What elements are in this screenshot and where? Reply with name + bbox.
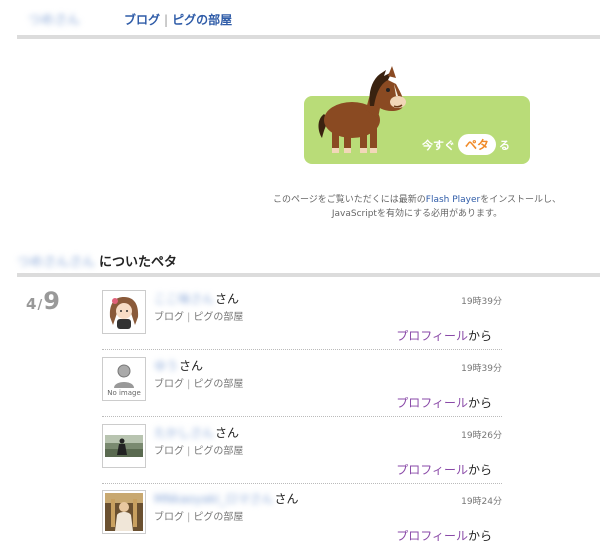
flash-player-notice: このページをご覧いただくには最新のFlash Playerをインストールし、 J… <box>262 193 572 221</box>
avatar[interactable] <box>102 290 146 334</box>
nav-blog-link[interactable]: ブログ <box>124 13 160 27</box>
cta-suffix: る <box>499 139 511 152</box>
cta-prefix: 今すぐ <box>422 139 455 152</box>
peta-entry: ここ味さんさん ブログ | ピグの部屋 19時39分 プロフィールから <box>102 290 502 356</box>
profile-link[interactable]: プロフィール <box>396 396 468 410</box>
from-text: から <box>467 529 492 543</box>
peta-now-label: 今すぐ ペタる <box>422 134 510 155</box>
flash-note-before: このページをご覧いただくには最新の <box>272 195 426 205</box>
link-separator: | <box>187 312 191 323</box>
from-text: から <box>467 329 492 343</box>
avatar[interactable] <box>102 490 146 534</box>
peta-entry: MNkaoyaki_ロマさんさん ブログ | ピグの部屋 19時24分 プロフィール… <box>102 490 502 556</box>
photo-avatar-icon <box>105 427 143 465</box>
peta-entry: たかしさんさん ブログ | ピグの部屋 19時26分 プロフィールから <box>102 424 502 490</box>
date-slash: / <box>37 298 43 313</box>
entry-divider <box>102 483 502 484</box>
honorific: さん <box>179 359 204 373</box>
blog-link[interactable]: ブログ <box>154 379 184 390</box>
peta-entry: No image ゆうさん ブログ | ピグの部屋 19時39分 プロフィールから <box>102 357 502 423</box>
from-text: から <box>467 463 492 477</box>
honorific: さん <box>215 426 240 440</box>
entry-from: プロフィールから <box>396 327 492 344</box>
user-name[interactable]: つめさん <box>28 9 80 28</box>
peta-section-title: つめさんさん についたペタ <box>17 251 177 270</box>
entry-time: 19時24分 <box>461 497 502 507</box>
profile-link[interactable]: プロフィール <box>396 529 468 543</box>
nav-separator: | <box>164 13 169 27</box>
blog-link[interactable]: ブログ <box>154 446 184 457</box>
entry-links: ブログ | ピグの部屋 <box>154 442 243 457</box>
user-name-link[interactable]: たかしさん <box>154 426 214 440</box>
pig-room-link[interactable]: ピグの部屋 <box>193 312 243 323</box>
from-text: から <box>467 396 492 410</box>
entry-user: たかしさんさん <box>154 424 239 441</box>
header-divider <box>17 35 600 39</box>
profile-link[interactable]: プロフィール <box>396 329 468 343</box>
profile-link[interactable]: プロフィール <box>396 463 468 477</box>
entry-time: 19時39分 <box>461 364 502 374</box>
entry-time: 19時26分 <box>461 431 502 441</box>
date-day: 9 <box>43 287 60 315</box>
no-image-avatar: No image <box>105 360 143 398</box>
entry-user: ゆうさん <box>154 357 203 374</box>
flash-note-after: をインストールし、 <box>480 195 562 205</box>
user-name-link[interactable]: ゆう <box>154 359 178 373</box>
section-title-text: についたペタ <box>99 255 178 270</box>
link-separator: | <box>187 512 191 523</box>
link-separator: | <box>187 446 191 457</box>
flash-player-link[interactable]: Flash Player <box>426 195 480 205</box>
flash-note-line2: JavaScriptを有効にする必用があります。 <box>331 209 503 219</box>
girl-avatar-icon <box>105 293 143 331</box>
entry-user: MNkaoyaki_ロマさんさん <box>154 490 299 507</box>
honorific: さん <box>274 492 299 506</box>
pig-room-link[interactable]: ピグの部屋 <box>193 512 243 523</box>
honorific: さん <box>215 292 240 306</box>
section-divider <box>17 273 600 277</box>
user-name-link[interactable]: MNkaoyaki_ロマさん <box>154 492 274 506</box>
entry-divider <box>102 416 502 417</box>
date-label: 4/9 <box>26 287 60 315</box>
horse-icon <box>318 66 406 153</box>
pig-room-link[interactable]: ピグの部屋 <box>193 446 243 457</box>
entry-time: 19時39分 <box>461 297 502 307</box>
person-icon <box>114 364 134 388</box>
owner-name: つめさんさん <box>17 255 96 270</box>
header: つめさん ブログ | ピグの部屋 <box>0 0 600 38</box>
entry-links: ブログ | ピグの部屋 <box>154 508 243 523</box>
entry-links: ブログ | ピグの部屋 <box>154 308 243 323</box>
photo-avatar-icon <box>105 493 143 531</box>
entry-from: プロフィールから <box>396 461 492 478</box>
avatar[interactable] <box>102 424 146 468</box>
user-name-link[interactable]: ここ味さん <box>154 292 214 306</box>
blog-link[interactable]: ブログ <box>154 312 184 323</box>
link-separator: | <box>187 379 191 390</box>
avatar[interactable]: No image <box>102 357 146 401</box>
pig-room-link[interactable]: ピグの部屋 <box>193 379 243 390</box>
entry-divider <box>102 349 502 350</box>
header-nav: ブログ | ピグの部屋 <box>124 11 232 28</box>
entry-from: プロフィールから <box>396 394 492 411</box>
entry-user: ここ味さんさん <box>154 290 239 307</box>
peta-pill: ペタ <box>458 134 497 155</box>
nav-pig-room-link[interactable]: ピグの部屋 <box>172 13 232 27</box>
entry-links: ブログ | ピグの部屋 <box>154 375 243 390</box>
date-month: 4 <box>26 295 37 313</box>
blog-link[interactable]: ブログ <box>154 512 184 523</box>
no-image-label: No image <box>107 389 141 397</box>
